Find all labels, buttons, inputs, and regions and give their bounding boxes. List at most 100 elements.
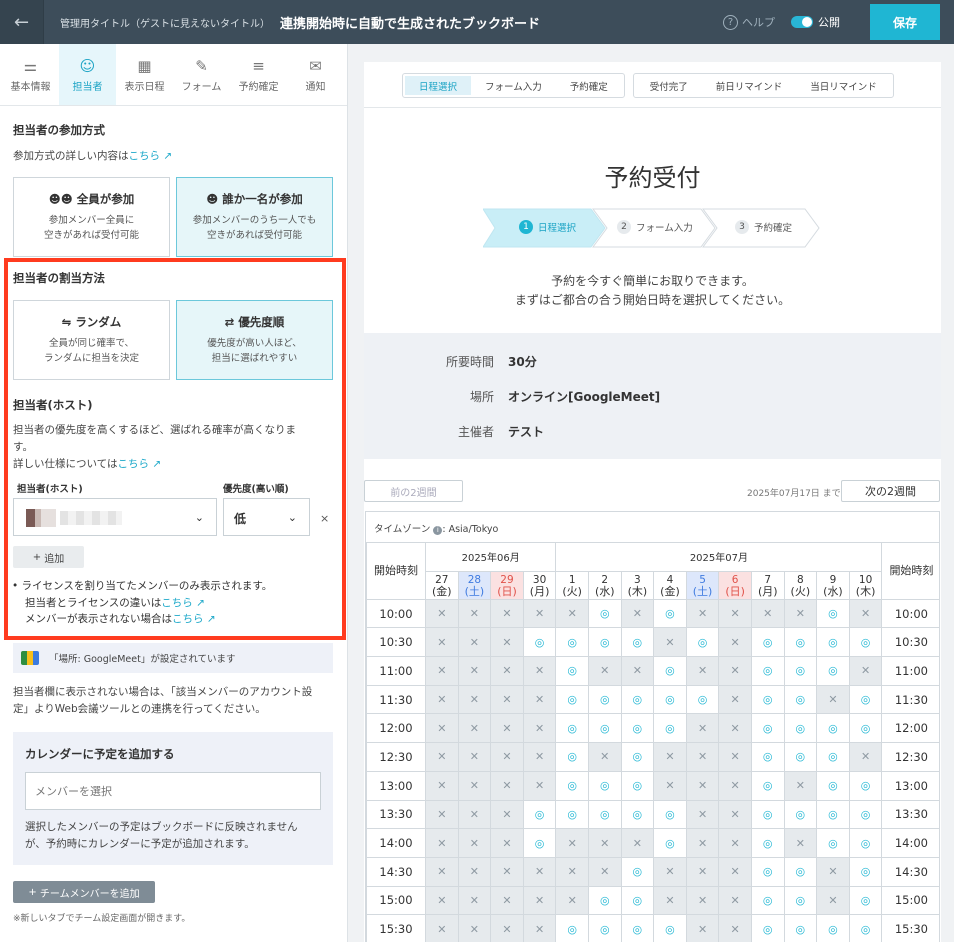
available-slot[interactable]: ◎ xyxy=(555,713,589,744)
available-slot[interactable]: ◎ xyxy=(620,856,655,887)
available-slot[interactable]: ◎ xyxy=(750,684,785,715)
available-slot[interactable]: ◎ xyxy=(653,828,687,858)
remove-host-icon[interactable]: × xyxy=(320,512,329,525)
available-slot[interactable]: ◎ xyxy=(653,713,687,744)
available-slot[interactable]: ◎ xyxy=(750,856,785,887)
available-slot[interactable]: ◎ xyxy=(555,742,589,772)
available-slot[interactable]: ◎ xyxy=(783,684,818,715)
segment-date-select[interactable]: 日程選択 xyxy=(405,76,472,95)
tab-schedule[interactable]: ▦ 表示日程 xyxy=(116,44,173,105)
available-slot[interactable]: ◎ xyxy=(750,914,785,942)
available-slot[interactable]: ◎ xyxy=(587,598,622,629)
available-slot[interactable]: ◎ xyxy=(848,799,883,830)
available-slot[interactable]: ◎ xyxy=(848,885,883,916)
available-slot[interactable]: ◎ xyxy=(587,627,622,658)
available-slot[interactable]: ◎ xyxy=(848,914,883,942)
available-slot[interactable]: ◎ xyxy=(620,770,655,801)
segment-day-before[interactable]: 前日リマインド xyxy=(702,76,797,95)
available-slot[interactable]: ◎ xyxy=(816,828,850,858)
available-slot[interactable]: ◎ xyxy=(555,799,589,830)
assignment-priority-card[interactable]: ⇄ 優先度順 優先度が高い人ほど、 担当に選ばれやすい xyxy=(176,300,333,380)
tab-confirm[interactable]: ≡ 予約確定 xyxy=(230,44,287,105)
available-slot[interactable]: ◎ xyxy=(620,713,655,744)
help-link[interactable]: ? ヘルプ xyxy=(723,14,775,30)
available-slot[interactable]: ◎ xyxy=(783,742,818,772)
tab-notify[interactable]: ✉ 通知 xyxy=(287,44,344,105)
available-slot[interactable]: ◎ xyxy=(816,656,850,686)
available-slot[interactable]: ◎ xyxy=(555,684,589,715)
segment-complete[interactable]: 受付完了 xyxy=(636,76,702,95)
available-slot[interactable]: ◎ xyxy=(783,914,818,942)
available-slot[interactable]: ◎ xyxy=(522,799,557,830)
available-slot[interactable]: ◎ xyxy=(848,627,883,658)
available-slot[interactable]: ◎ xyxy=(783,856,818,887)
available-slot[interactable]: ◎ xyxy=(620,627,655,658)
next-2weeks-button[interactable]: 次の2週間 xyxy=(841,480,940,502)
available-slot[interactable]: ◎ xyxy=(620,684,655,715)
publish-toggle[interactable] xyxy=(791,16,813,28)
available-slot[interactable]: ◎ xyxy=(816,713,850,744)
assignment-random-card[interactable]: ⇋ ランダム 全員が同じ確率で、 ランダムに担当を決定 xyxy=(13,300,170,380)
available-slot[interactable]: ◎ xyxy=(587,713,622,744)
available-slot[interactable]: ◎ xyxy=(848,828,883,858)
available-slot[interactable]: ◎ xyxy=(555,656,589,686)
available-slot[interactable]: ◎ xyxy=(522,828,557,858)
available-slot[interactable]: ◎ xyxy=(750,828,785,858)
participation-link[interactable]: こちら xyxy=(129,150,161,162)
available-slot[interactable]: ◎ xyxy=(848,713,883,744)
available-slot[interactable]: ◎ xyxy=(653,799,687,830)
prev-2weeks-button[interactable]: 前の2週間 xyxy=(364,480,463,502)
member-help-link[interactable]: こちら xyxy=(172,613,204,625)
available-slot[interactable]: ◎ xyxy=(750,713,785,744)
available-slot[interactable]: ◎ xyxy=(653,914,687,942)
segment-confirm[interactable]: 予約確定 xyxy=(556,76,622,95)
available-slot[interactable]: ◎ xyxy=(750,770,785,801)
available-slot[interactable]: ◎ xyxy=(816,799,850,830)
available-slot[interactable]: ◎ xyxy=(783,799,818,830)
available-slot[interactable]: ◎ xyxy=(783,713,818,744)
available-slot[interactable]: ◎ xyxy=(783,885,818,916)
available-slot[interactable]: ◎ xyxy=(816,627,850,658)
available-slot[interactable]: ◎ xyxy=(555,627,589,658)
tab-hosts[interactable]: ☺ 担当者 xyxy=(59,44,116,105)
available-slot[interactable]: ◎ xyxy=(620,914,655,942)
available-slot[interactable]: ◎ xyxy=(848,770,883,801)
member-select-input[interactable] xyxy=(25,772,321,810)
available-slot[interactable]: ◎ xyxy=(750,799,785,830)
available-slot[interactable]: ◎ xyxy=(587,684,622,715)
priority-select[interactable]: 低 ⌄ xyxy=(223,498,310,536)
host-select[interactable]: ⌄ xyxy=(13,498,217,536)
available-slot[interactable]: ◎ xyxy=(522,627,557,658)
available-slot[interactable]: ◎ xyxy=(816,742,850,772)
segment-same-day[interactable]: 当日リマインド xyxy=(796,76,891,95)
available-slot[interactable]: ◎ xyxy=(783,627,818,658)
available-slot[interactable]: ◎ xyxy=(653,598,687,629)
available-slot[interactable]: ◎ xyxy=(750,627,785,658)
available-slot[interactable]: ◎ xyxy=(750,656,785,686)
available-slot[interactable]: ◎ xyxy=(587,799,622,830)
available-slot[interactable]: ◎ xyxy=(750,885,785,916)
available-slot[interactable]: ◎ xyxy=(685,627,720,658)
available-slot[interactable]: ◎ xyxy=(848,684,883,715)
available-slot[interactable]: ◎ xyxy=(750,742,785,772)
participation-all-card[interactable]: ☻☻ 全員が参加 参加メンバー全員に 空きがあれば受付可能 xyxy=(13,177,170,257)
available-slot[interactable]: ◎ xyxy=(620,885,655,916)
add-team-member-button[interactable]: + チームメンバーを追加 xyxy=(13,881,155,903)
available-slot[interactable]: ◎ xyxy=(816,914,850,942)
available-slot[interactable]: ◎ xyxy=(587,885,622,916)
tab-form[interactable]: ✎ フォーム xyxy=(173,44,230,105)
available-slot[interactable]: ◎ xyxy=(653,656,687,686)
available-slot[interactable]: ◎ xyxy=(816,598,850,629)
available-slot[interactable]: ◎ xyxy=(555,770,589,801)
available-slot[interactable]: ◎ xyxy=(816,770,850,801)
tab-basic-info[interactable]: ⚌ 基本情報 xyxy=(2,44,59,105)
license-link[interactable]: こちら xyxy=(161,597,193,609)
segment-form-input[interactable]: フォーム入力 xyxy=(471,76,556,95)
available-slot[interactable]: ◎ xyxy=(587,914,622,942)
available-slot[interactable]: ◎ xyxy=(555,914,589,942)
available-slot[interactable]: ◎ xyxy=(783,656,818,686)
available-slot[interactable]: ◎ xyxy=(620,799,655,830)
available-slot[interactable]: ◎ xyxy=(685,684,720,715)
available-slot[interactable]: ◎ xyxy=(620,742,655,772)
page-title[interactable]: 連携開始時に自動で生成されたブックボード xyxy=(280,13,540,32)
